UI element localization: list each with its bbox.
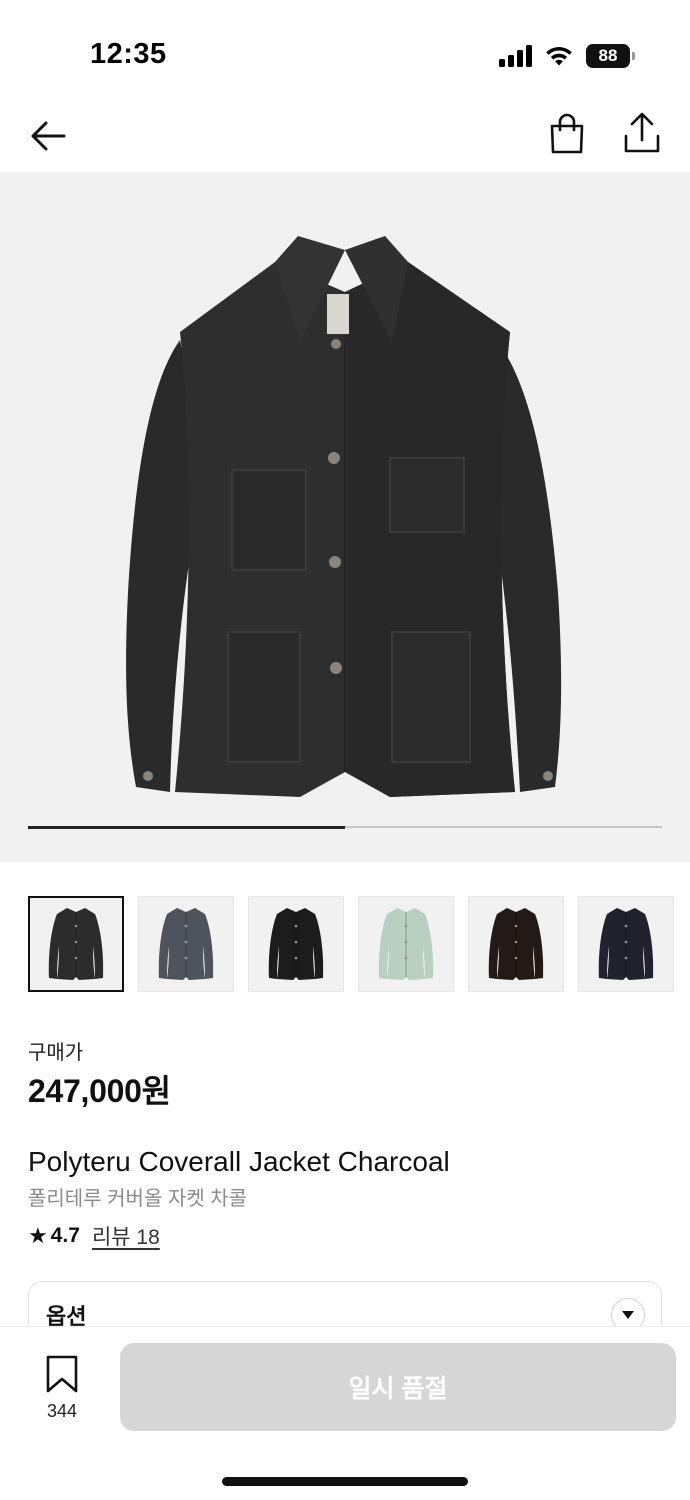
battery-indicator: 88 — [586, 44, 635, 68]
product-image-carousel[interactable] — [0, 172, 690, 862]
jacket-image — [126, 236, 562, 797]
shopping-bag-icon[interactable] — [546, 112, 588, 156]
thumbnail-jacket-image — [488, 908, 544, 980]
sold-out-button[interactable]: 일시 품절 — [120, 1343, 676, 1431]
thumbnail-2[interactable] — [138, 896, 234, 992]
price-label: 구매가 — [28, 1042, 84, 1064]
bookmark-icon — [46, 1355, 78, 1393]
bottom-action-bar: 344 일시 품절 — [0, 1326, 690, 1500]
top-nav — [0, 100, 690, 172]
thumbnail-jacket-image — [268, 908, 324, 980]
back-arrow-icon[interactable] — [26, 114, 70, 158]
home-indicator — [222, 1477, 468, 1486]
rating-row: ★ 4.7 리뷰 18 — [28, 1221, 160, 1251]
thumbnail-jacket-image — [48, 908, 104, 980]
thumbnail-4[interactable] — [358, 896, 454, 992]
thumbnail-jacket-image — [378, 908, 434, 980]
thumbnail-6[interactable] — [578, 896, 674, 992]
thumbnail-jacket-image — [598, 908, 654, 980]
wifi-icon — [546, 46, 572, 66]
carousel-progress — [28, 825, 662, 829]
rating-value: 4.7 — [50, 1224, 80, 1247]
share-icon[interactable] — [620, 110, 664, 156]
thumbnail-1[interactable] — [28, 896, 124, 992]
star-icon: ★ — [28, 1223, 48, 1248]
status-time: 12:35 — [90, 38, 167, 70]
thumbnail-3[interactable] — [248, 896, 344, 992]
wishlist-count: 344 — [46, 1401, 78, 1421]
wishlist-button[interactable]: 344 — [38, 1355, 86, 1421]
thumbnail-5[interactable] — [468, 896, 564, 992]
price-value: 247,000원 — [28, 1073, 171, 1109]
product-name: Polyteru Coverall Jacket Charcoal — [28, 1146, 450, 1177]
status-icons: 88 — [499, 40, 635, 72]
status-bar: 12:35 88 — [0, 0, 690, 100]
thumbnail-strip — [28, 896, 690, 994]
cellular-signal-icon — [499, 45, 532, 67]
carousel-progress-fill — [28, 825, 345, 829]
product-name-korean: 폴리테루 커버올 자켓 차콜 — [28, 1188, 248, 1210]
thumbnail-jacket-image — [158, 908, 214, 980]
review-link[interactable]: 리뷰 18 — [92, 1221, 160, 1251]
